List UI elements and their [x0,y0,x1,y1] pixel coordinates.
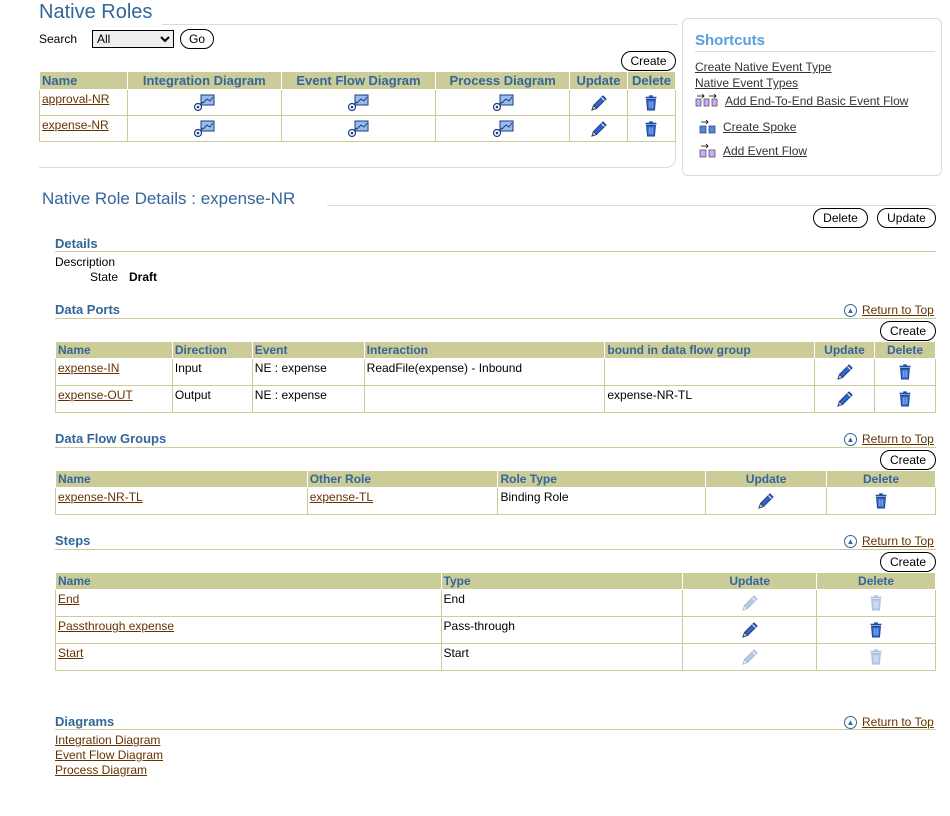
up-arrow-icon: ▲ [844,715,857,729]
event-flow-diagram-link: Event Flow Diagram [55,748,164,762]
delete-trash-disabled-icon [867,594,885,612]
native-roles-table: Name Integration Diagram Event Flow Diag… [39,71,677,142]
update-pencil-icon[interactable] [589,119,609,139]
update-pencil-icon[interactable] [756,491,776,511]
other-role-link[interactable]: expense-TL [310,490,373,504]
shortcut-create-spoke[interactable]: Create Spoke [699,119,796,135]
table-row: expense-OUT Output NE : expense expense-… [55,385,937,413]
return-to-top-link[interactable]: ▲ Return to Top [844,534,934,548]
create-step-button[interactable]: Create [880,552,936,572]
end-to-end-flow-icon [695,93,718,107]
shortcut-native-event-types[interactable]: Native Event Types [695,76,798,90]
up-arrow-icon: ▲ [844,303,857,317]
delete-trash-icon[interactable] [867,621,885,639]
data-flow-group-link[interactable]: expense-NR-TL [58,490,143,504]
event-flow-icon [699,143,716,158]
steps-heading: Steps [55,533,91,548]
update-pencil-disabled-icon [740,593,760,613]
update-pencil-icon[interactable] [835,362,855,382]
table-row: expense-NR [39,115,677,142]
spoke-icon [699,119,716,134]
step-link[interactable]: Passthrough expense [58,619,174,633]
update-pencil-disabled-icon [740,647,760,667]
delete-trash-disabled-icon [867,648,885,666]
col-process-diagram: Process Diagram [435,71,571,90]
table-row: expense-IN Input NE : expense ReadFile(e… [55,358,937,386]
return-to-top-link[interactable]: ▲ Return to Top [844,432,934,446]
data-port-link[interactable]: expense-OUT [58,388,133,402]
return-to-top-link[interactable]: ▲ Return to Top [844,303,934,317]
up-arrow-icon: ▲ [844,534,857,548]
integration-diagram-link: Integration Diagram [55,733,161,747]
update-role-button[interactable]: Update [877,208,936,228]
delete-trash-icon[interactable] [642,94,660,112]
table-row: Passthrough expense Pass-through [55,616,936,644]
update-pencil-icon[interactable] [589,93,609,113]
table-row: End End [55,589,936,617]
native-roles-frame [39,142,676,168]
return-to-top-link[interactable]: ▲ Return to Top [844,715,934,729]
update-pencil-icon[interactable] [835,389,855,409]
details-title: Native Role Details : expense-NR [42,189,296,208]
integration-diagram-icon[interactable] [192,93,216,113]
delete-trash-icon[interactable] [642,120,660,138]
data-flow-groups-heading: Data Flow Groups [55,431,167,446]
data-ports-heading: Data Ports [55,302,121,317]
diagrams-heading: Diagrams [55,714,115,729]
state-label: State [90,270,119,284]
event-flow-diagram-icon[interactable] [346,93,370,113]
create-data-port-button[interactable]: Create [880,321,936,341]
title-rule [162,24,678,25]
event-flow-diagram-icon[interactable] [346,119,370,139]
create-data-flow-group-button[interactable]: Create [880,450,936,470]
table-row: expense-NR-TL expense-TL Binding Role [55,487,936,515]
page-title: Native Roles [39,1,153,23]
process-diagram-icon[interactable] [491,119,515,139]
update-pencil-icon[interactable] [740,620,760,640]
col-event-flow-diagram: Event Flow Diagram [280,71,437,90]
process-diagram-icon[interactable] [491,93,515,113]
shortcuts-panel: Shortcuts Create Native Event Type Nativ… [682,18,942,176]
col-integration-diagram: Integration Diagram [126,71,282,90]
delete-trash-icon[interactable] [872,492,890,510]
shortcut-add-event-flow[interactable]: Add Event Flow [699,143,807,159]
col-name: Name [39,71,128,90]
native-role-link[interactable]: approval-NR [42,92,109,106]
state-value: Draft [129,270,158,284]
col-update: Update [569,71,628,90]
step-link[interactable]: End [58,592,79,606]
search-select[interactable]: All [92,30,174,48]
search-label: Search [39,32,78,46]
shortcut-add-end-to-end-flow[interactable]: Add End-To-End Basic Event Flow [695,93,908,109]
table-row: Start Start [55,643,936,671]
description-label: Description [55,255,116,269]
data-flow-groups-table: Name Other Role Role Type Update Delete … [55,470,936,515]
details-heading: Details [55,236,98,251]
delete-trash-icon[interactable] [896,390,914,408]
create-native-role-button[interactable]: Create [621,51,676,71]
step-link[interactable]: Start [58,646,83,660]
process-diagram-link: Process Diagram [55,763,148,777]
integration-diagram-icon[interactable] [192,119,216,139]
up-arrow-icon: ▲ [844,432,857,446]
shortcuts-title: Shortcuts [695,32,766,49]
shortcut-create-native-event-type[interactable]: Create Native Event Type [695,60,832,74]
data-ports-table: Name Direction Event Interaction bound i… [55,341,937,413]
data-port-link[interactable]: expense-IN [58,361,119,375]
delete-role-button[interactable]: Delete [813,208,868,228]
steps-table: Name Type Update Delete End End Passthro… [55,572,936,671]
table-row: approval-NR [39,89,677,116]
go-button[interactable]: Go [180,29,214,49]
native-role-link[interactable]: expense-NR [42,118,109,132]
col-delete: Delete [626,71,677,90]
delete-trash-icon[interactable] [896,363,914,381]
